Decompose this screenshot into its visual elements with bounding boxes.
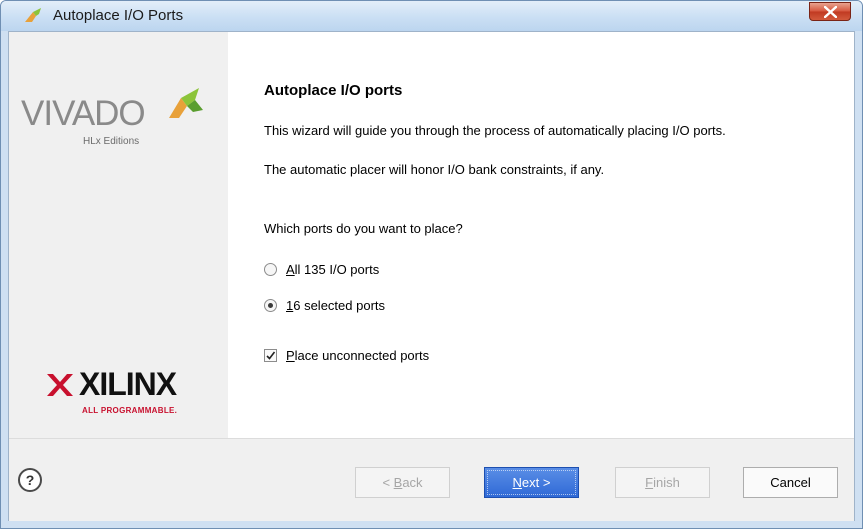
button-bar: ? < Back Next > Finish Cancel <box>9 438 854 521</box>
help-button[interactable]: ? <box>18 468 42 492</box>
selected-ports-option[interactable]: 16 selected ports <box>264 296 385 314</box>
close-button[interactable] <box>809 2 851 21</box>
dialog-client-area: VIVADO HLx Editions XILINX ALL PROGRAMMA… <box>8 31 855 521</box>
branding-panel: VIVADO HLx Editions XILINX ALL PROGRAMMA… <box>9 32 228 438</box>
ports-question: Which ports do you want to place? <box>264 221 463 236</box>
xilinx-tagline: ALL PROGRAMMABLE. <box>82 406 178 415</box>
place-unconnected-checkbox[interactable] <box>264 348 277 362</box>
vivado-app-icon <box>25 8 41 22</box>
autoplace-io-ports-dialog: Autoplace I/O Ports VIVADO HLx Editions <box>0 0 863 529</box>
selected-ports-radio[interactable] <box>264 298 277 312</box>
cancel-button[interactable]: Cancel <box>743 467 838 498</box>
wizard-content: Autoplace I/O ports This wizard will gui… <box>264 32 844 438</box>
xilinx-logo-text: XILINX <box>79 366 177 402</box>
all-ports-label: All 135 I/O ports <box>286 261 380 277</box>
page-heading: Autoplace I/O ports <box>264 82 403 99</box>
vivado-leaf-icon <box>169 88 203 118</box>
xilinx-logo: XILINX ALL PROGRAMMABLE. <box>47 366 207 426</box>
vivado-logo-text: VIVADO <box>21 94 146 133</box>
checkmark-icon <box>266 351 276 360</box>
selected-ports-label: 16 selected ports <box>286 297 386 313</box>
place-unconnected-option[interactable]: Place unconnected ports <box>264 346 429 364</box>
back-button[interactable]: < Back <box>355 467 450 498</box>
next-button[interactable]: Next > <box>484 467 579 498</box>
wizard-description: This wizard will guide you through the p… <box>264 123 726 138</box>
title-bar[interactable]: Autoplace I/O Ports <box>1 1 862 31</box>
vivado-logo: VIVADO HLx Editions <box>21 86 211 156</box>
window-title: Autoplace I/O Ports <box>53 7 184 24</box>
finish-button[interactable]: Finish <box>615 467 710 498</box>
place-unconnected-label: Place unconnected ports <box>286 347 430 363</box>
all-ports-radio[interactable] <box>264 262 277 276</box>
placer-note: The automatic placer will honor I/O bank… <box>264 162 605 177</box>
xilinx-mark-icon <box>47 374 73 396</box>
close-icon <box>824 6 837 18</box>
all-ports-option[interactable]: All 135 I/O ports <box>264 260 379 278</box>
vivado-edition-text: HLx Editions <box>83 136 140 147</box>
